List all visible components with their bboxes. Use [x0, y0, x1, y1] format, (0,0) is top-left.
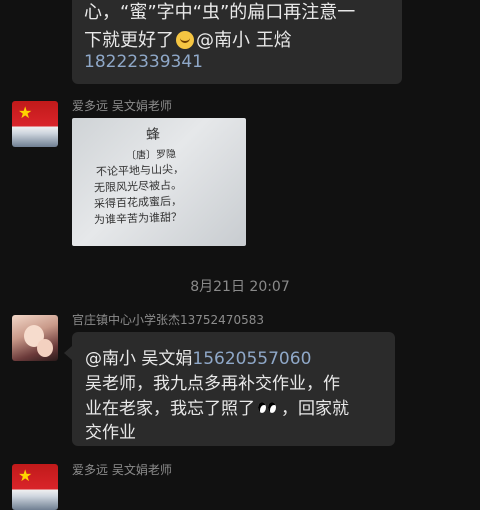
- avatar-face: [37, 339, 53, 357]
- sender-name: 爱多远 吴文娟老师: [72, 463, 172, 477]
- message-bubble-top[interactable]: 心，“蜜”字中“虫”的扁口再注意一 下就更好了 @南小 王焓 1822233934…: [72, 0, 402, 84]
- message-text-line: 下就更好了 @南小 王焓: [84, 26, 292, 52]
- star-icon: ★: [18, 103, 33, 122]
- phone-link[interactable]: 15620557060: [192, 349, 311, 369]
- phone-link[interactable]: 18222339341: [84, 52, 203, 72]
- message-text: 下就更好了: [84, 30, 174, 51]
- image-message[interactable]: 蜂 〔唐〕罗隐 不论平地与山尖， 无限风光尽被占。 采得百花成蜜后， 为谁辛苦为…: [72, 118, 246, 246]
- mention-text[interactable]: @南小 吴文娟: [85, 349, 192, 369]
- message-text-line: @南小 吴文娟15620557060: [85, 344, 311, 369]
- message-text-line: 心，“蜜”字中“虫”的扁口再注意一: [84, 2, 356, 23]
- star-icon: ★: [18, 466, 33, 485]
- sender-name: 爱多远 吴文娟老师: [72, 99, 172, 113]
- chat-timestamp: 8月21日 20:07: [190, 279, 290, 295]
- message-text: 业在老家，我忘了照了: [85, 399, 255, 419]
- avatar[interactable]: [12, 315, 58, 361]
- sender-name: 官庄镇中心小学张杰13752470583: [72, 313, 264, 327]
- mention-text[interactable]: @南小 王焓: [196, 30, 292, 51]
- poem-line: 为谁辛苦为谁甜？: [93, 210, 183, 227]
- avatar[interactable]: ★: [12, 464, 58, 510]
- poem-title: 蜂: [145, 126, 161, 144]
- message-text: ，回家就: [281, 399, 349, 419]
- poem-author: 〔唐〕罗隐: [125, 149, 177, 162]
- message-text-line: 吴老师，我九点多再补交作业，作: [85, 374, 340, 394]
- smile-emoji-icon: [176, 31, 194, 49]
- eyes-emoji-icon: [258, 400, 278, 416]
- message-text-line: 业在老家，我忘了照了 ，回家就: [85, 394, 349, 419]
- message-bubble[interactable]: @南小 吴文娟15620557060 吴老师，我九点多再补交作业，作 业在老家，…: [64, 332, 395, 446]
- message-text-line: 交作业: [85, 423, 136, 443]
- avatar[interactable]: ★: [12, 101, 58, 147]
